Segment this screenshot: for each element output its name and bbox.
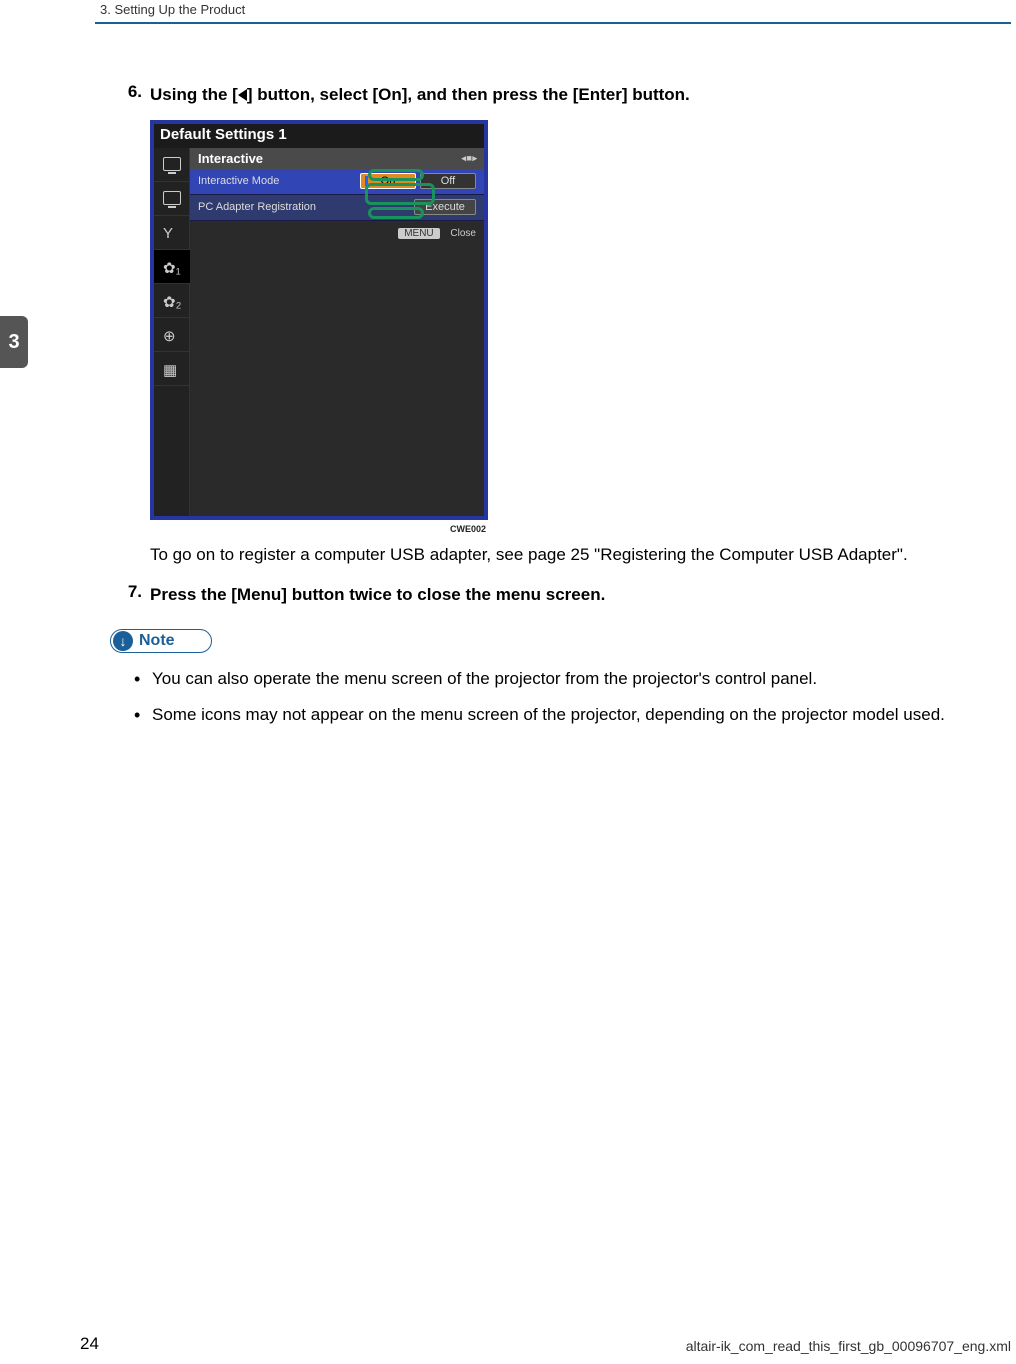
header-rule [95,22,1011,24]
step-text: Press the [Menu] button twice to close t… [150,582,956,608]
page-content: 6. Using the [ ] button, select [On], and… [110,82,956,736]
image-code: CWE002 [150,524,488,534]
osd-screenshot: Default Settings 1 Y ✿₁ ✿₂ ⊕ ▦ Interacti… [150,120,488,534]
osd-footer: MENU Close [398,228,476,239]
list-item: Some icons may not appear on the menu sc… [134,701,956,728]
osd-section-label: Interactive [198,151,263,166]
osd-panel: Default Settings 1 Y ✿₁ ✿₂ ⊕ ▦ Interacti… [150,120,488,520]
osd-section-header: Interactive ◂ ■ ▸ [190,148,484,169]
menu-button-label: MENU [398,228,439,239]
osd-sidebar: Y ✿₁ ✿₂ ⊕ ▦ [154,148,190,516]
note-badge: ↓ Note [110,629,212,653]
gear1-icon: ✿₁ [154,250,190,284]
osd-row-pc-adapter: PC Adapter Registration Execute [190,195,484,221]
list-item: You can also operate the menu screen of … [134,665,956,692]
left-arrow-icon [238,89,247,101]
gear2-icon: ✿₂ [154,284,190,318]
down-arrow-icon: ↓ [113,631,133,651]
source-filename: altair-ik_com_read_this_first_gb_0009670… [686,1338,1011,1354]
nav-arrows-icon: ◂ ■ ▸ [462,153,476,164]
running-header: 3. Setting Up the Product [100,2,245,17]
osd-main: Interactive ◂ ■ ▸ Interactive Mode On Of… [190,148,484,516]
close-label: Close [450,228,476,239]
monitor-settings-icon [154,182,190,216]
step-7: 7. Press the [Menu] button twice to clos… [110,582,956,608]
row-label: Interactive Mode [198,175,356,187]
option-on: On [360,173,416,189]
step6-followup: To go on to register a computer USB adap… [150,542,956,568]
row-label: PC Adapter Registration [198,201,410,213]
network-icon: ⊕ [154,318,190,352]
option-execute: Execute [414,199,476,215]
osd-title: Default Settings 1 [160,126,287,143]
page-number: 24 [80,1334,99,1354]
chapter-tab: 3 [0,316,28,368]
step6-part-b: ] button, select [On], and then press th… [247,85,690,104]
step-6: 6. Using the [ ] button, select [On], and… [110,82,956,108]
step-number: 6. [110,82,150,108]
step6-part-a: Using the [ [150,85,238,104]
input-icon: Y [154,216,190,250]
option-off: Off [420,173,476,189]
note-list: You can also operate the menu screen of … [134,665,956,727]
monitor-icon [154,148,190,182]
display-icon: ▦ [154,352,190,386]
osd-row-interactive-mode: Interactive Mode On Off [190,169,484,195]
step-number: 7. [110,582,150,608]
note-label: Note [139,632,175,650]
step-text: Using the [ ] button, select [On], and th… [150,82,956,108]
